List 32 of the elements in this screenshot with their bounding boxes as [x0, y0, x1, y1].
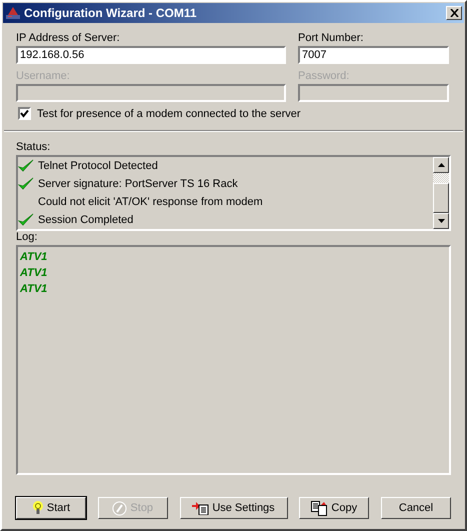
copy-icon [311, 500, 328, 516]
scroll-up-icon [438, 163, 444, 167]
lightbulb-icon [32, 501, 44, 515]
dialog-button[interactable]: Copy [299, 497, 370, 519]
app-icon [5, 6, 21, 20]
log-line: ATV1 [20, 266, 48, 281]
section-label: Log: [16, 231, 38, 243]
stop-icon [112, 500, 128, 516]
field-label: IP Address of Server: [16, 32, 121, 44]
log-line: ATV1 [20, 250, 48, 265]
status-message: Could not elicit 'AT/OK' response from modem [38, 196, 263, 208]
field-label: Port Number: [298, 32, 364, 44]
scroll-track[interactable] [433, 173, 449, 183]
checkbox-label[interactable]: Test for presence of a modem connected to the server [37, 108, 301, 120]
log-line: ATV1 [20, 282, 48, 297]
status-message: Server signature: PortServer TS 16 Rack [38, 178, 238, 190]
dialog-button[interactable]: Start [16, 497, 86, 519]
scrollbar[interactable] [433, 157, 449, 229]
window-title: Configuration Wizard - COM11 [24, 6, 198, 20]
status-message: Telnet Protocol Detected [38, 160, 158, 172]
close-button[interactable] [446, 6, 462, 20]
dialog-button[interactable]: Cancel [381, 497, 451, 519]
checkbox[interactable] [18, 107, 31, 120]
input-field[interactable]: 192.168.0.56 [16, 46, 286, 64]
scroll-thumb[interactable] [433, 183, 449, 213]
section-label: Status: [16, 141, 52, 153]
dialog-button[interactable]: Use Settings [180, 497, 288, 519]
document-arrow-icon [192, 501, 210, 515]
close-icon [450, 9, 458, 17]
status-message: Session Completed [38, 214, 134, 226]
input-field[interactable]: 7007 [298, 46, 449, 64]
scroll-down-icon [438, 219, 444, 223]
